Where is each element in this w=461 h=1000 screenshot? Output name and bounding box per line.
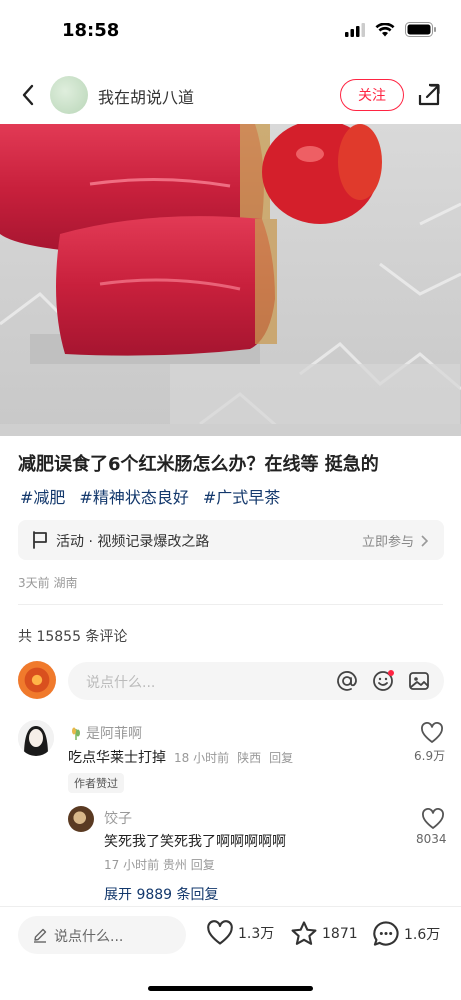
bottom-input-placeholder: 说点什么...	[54, 929, 124, 945]
status-time: 18:58	[62, 20, 120, 41]
flag-icon	[33, 531, 47, 549]
bottom-comment-input[interactable]: 说点什么...	[18, 916, 186, 954]
comment-location: 陕西	[237, 751, 262, 765]
wheat-icon	[72, 727, 80, 740]
back-icon[interactable]	[14, 80, 44, 110]
star-icon	[291, 921, 317, 945]
mention-icon[interactable]	[336, 670, 358, 692]
tag-link[interactable]: #广式早茶	[203, 484, 280, 508]
author-avatar[interactable]	[50, 76, 88, 114]
heart-icon[interactable]	[420, 722, 444, 744]
favorite-button[interactable]: 1871	[290, 920, 358, 947]
avatar-image	[18, 720, 54, 756]
activity-banner[interactable]: 活动 · 视频记录爆改之路 立即参与	[18, 520, 444, 560]
like-count: 1.3万	[238, 926, 275, 942]
comment-total-count: 1.6万	[404, 926, 441, 943]
reply-like-count: 8034	[416, 832, 447, 846]
comment-count: 共 15855 条评论	[18, 629, 128, 645]
post-meta: 3天前 湖南	[18, 576, 78, 590]
divider	[0, 906, 461, 907]
comment-input-placeholder: 说点什么...	[86, 675, 156, 691]
like-button[interactable]: 1.3万	[206, 920, 274, 946]
my-avatar	[18, 661, 56, 699]
heart-icon	[207, 920, 233, 945]
join-activity-label: 立即参与	[361, 535, 414, 550]
post-tags: #减肥 #精神状态良好 #广式早茶	[20, 484, 280, 508]
pencil-icon	[34, 928, 47, 943]
comment-time: 18 小时前	[174, 751, 230, 765]
share-icon[interactable]	[416, 82, 442, 108]
wifi-icon	[375, 22, 395, 36]
status-bar: 18:58	[0, 0, 461, 60]
author-liked-badge: 作者赞过	[68, 773, 124, 793]
replier-name[interactable]: 饺子	[104, 808, 132, 828]
emoji-icon[interactable]	[372, 670, 394, 692]
system-icons	[345, 22, 437, 37]
post-photo[interactable]	[0, 124, 461, 436]
commenter-name[interactable]: 是阿菲啊	[68, 723, 142, 743]
expand-replies-link[interactable]: 展开 9889 条回复	[104, 884, 219, 904]
signal-icon	[345, 22, 365, 37]
replier-avatar[interactable]	[68, 806, 94, 832]
post-header: 我在胡说八道 关注	[0, 68, 461, 124]
reply-text: 笑死我了笑死我了啊啊啊啊啊	[104, 834, 286, 850]
home-indicator	[148, 986, 313, 991]
commenter-avatar[interactable]	[18, 720, 54, 756]
comment-bubble-icon	[373, 921, 399, 946]
activity-label: 活动 · 视频记录爆改之路	[56, 534, 210, 550]
comment-button[interactable]: 1.6万	[372, 920, 440, 947]
battery-icon	[405, 22, 436, 37]
heart-icon[interactable]	[421, 808, 445, 830]
tag-link[interactable]: #精神状态良好	[79, 484, 188, 508]
post-title: 减肥误食了6个红米肠怎么办？在线等 挺急的	[18, 454, 379, 475]
comment-like-count: 6.9万	[414, 749, 446, 763]
comment-input[interactable]: 说点什么...	[68, 662, 444, 700]
comment-body: 吃点华莱士打掉 18 小时前 陕西 回复	[68, 747, 293, 767]
divider	[18, 604, 443, 605]
author-name[interactable]: 我在胡说八道	[98, 84, 194, 108]
reply-link[interactable]: 回复	[269, 749, 293, 766]
reply-meta: 17 小时前 贵州 回复	[104, 858, 215, 872]
image-icon[interactable]	[408, 670, 430, 692]
join-activity-button[interactable]: 立即参与	[362, 531, 428, 550]
commenter-name-text: 是阿菲啊	[86, 726, 142, 742]
chevron-right-icon	[421, 534, 428, 547]
tag-link[interactable]: #减肥	[20, 484, 65, 508]
favorite-count: 1871	[322, 925, 358, 942]
comment-text: 吃点华莱士打掉	[68, 750, 166, 766]
follow-button[interactable]: 关注	[340, 79, 404, 111]
